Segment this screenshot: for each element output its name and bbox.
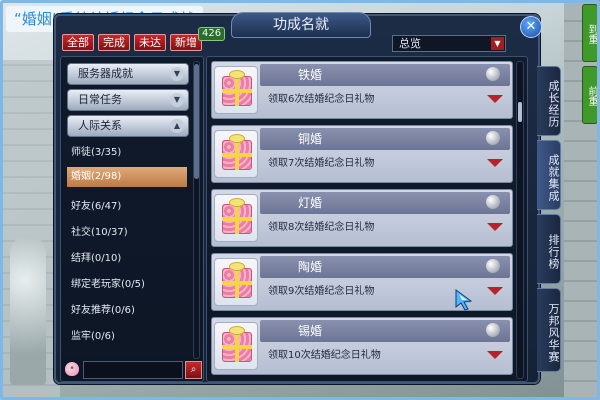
- category-sidebar: 服务器成就 ▼ 日常任务 ▼ 人际关系 ▲ 师徒(3/35) 婚姻(2/98) …: [60, 56, 204, 382]
- edge-button-1[interactable]: 到重: [582, 4, 598, 62]
- filter-unachieved-button[interactable]: 未达: [134, 34, 166, 51]
- achievement-description: 领取8次结婚纪念日礼物: [268, 222, 375, 233]
- achievement-card[interactable]: 灯婚 领取8次结婚纪念日礼物: [211, 189, 513, 247]
- category-label: 人际关系: [78, 119, 122, 132]
- category-relationships[interactable]: 人际关系 ▲: [67, 115, 189, 137]
- expand-arrow-icon[interactable]: [487, 159, 503, 167]
- gift-box-icon: [214, 194, 258, 242]
- category-daily-tasks[interactable]: 日常任务 ▼: [67, 89, 189, 111]
- close-button[interactable]: ✕: [520, 16, 542, 38]
- nav-item-prison[interactable]: 监牢(0/6): [67, 327, 187, 347]
- sidebar-scrollbar[interactable]: [193, 61, 200, 359]
- list-scrollbar[interactable]: [516, 61, 524, 379]
- background-stone-post: [10, 235, 46, 385]
- gift-box-icon: [214, 258, 258, 306]
- nav-item-marriage[interactable]: 婚姻(2/98): [67, 167, 187, 187]
- achievement-name: 铁婚: [260, 64, 510, 86]
- expand-arrow-icon[interactable]: [487, 287, 503, 295]
- scrollbar-thumb[interactable]: [194, 64, 199, 179]
- chevron-down-icon: ▼: [491, 37, 504, 50]
- dropdown-value: 总览: [399, 37, 421, 50]
- scrollbar-thumb[interactable]: [518, 102, 522, 122]
- tab-leaderboard[interactable]: 排行榜: [537, 214, 561, 284]
- expand-arrow-icon[interactable]: [487, 95, 503, 103]
- achievement-name: 陶婚: [260, 256, 510, 278]
- category-label: 日常任务: [78, 93, 122, 106]
- search-row: • ⌕: [65, 361, 202, 379]
- chevron-down-icon: ▼: [170, 67, 184, 81]
- expand-arrow-icon[interactable]: [487, 351, 503, 359]
- achievement-description: 领取9次结婚纪念日礼物: [268, 286, 375, 297]
- tab-achievement-collection[interactable]: 成就集成: [537, 140, 561, 210]
- achievement-description: 领取6次结婚纪念日礼物: [268, 94, 375, 105]
- achievement-window: 功成名就 ✕ 全部 完成 未达 新增 426 总览 ▼ 服务器成就 ▼ 日常任务…: [54, 12, 561, 384]
- window-title: 功成名就: [231, 12, 371, 38]
- new-count-badge: 426: [198, 27, 226, 41]
- achievement-card[interactable]: 铜婚 领取7次结婚纪念日礼物: [211, 125, 513, 183]
- nav-item-sworn-brothers[interactable]: 结拜(0/10): [67, 249, 187, 269]
- search-icon[interactable]: ⌕: [185, 361, 202, 379]
- pearl-icon: [486, 67, 500, 81]
- overview-dropdown[interactable]: 总览 ▼: [392, 35, 506, 52]
- category-server-achievements[interactable]: 服务器成就 ▼: [67, 63, 189, 85]
- achievement-list: 铁婚 领取6次结婚纪念日礼物 铜婚 领取7次结婚纪念日礼物 灯婚 领取8次结婚纪…: [206, 56, 528, 382]
- achievement-description: 领取10次结婚纪念日礼物: [268, 350, 381, 361]
- nav-item-veteran-binding[interactable]: 绑定老玩家(0/5): [67, 275, 187, 295]
- nav-item-social[interactable]: 社交(10/37): [67, 223, 187, 243]
- pointer-cursor-icon: [455, 289, 473, 311]
- gift-box-icon: [214, 322, 258, 370]
- achievement-name: 铜婚: [260, 128, 510, 150]
- pearl-icon: [486, 323, 500, 337]
- pearl-icon: [486, 195, 500, 209]
- achievement-name: 锡婚: [260, 320, 510, 342]
- tab-growth-history[interactable]: 成长经历: [537, 66, 561, 136]
- gift-box-icon: [214, 66, 258, 114]
- achievement-name: 灯婚: [260, 192, 510, 214]
- pearl-icon: [486, 131, 500, 145]
- achievement-description: 领取7次结婚纪念日礼物: [268, 158, 375, 169]
- achievement-card[interactable]: 铁婚 领取6次结婚纪念日礼物: [211, 61, 513, 119]
- expand-arrow-icon[interactable]: [487, 223, 503, 231]
- tab-wanbang-contest[interactable]: 万邦风华赛: [537, 288, 561, 372]
- nav-item-friends[interactable]: 好友(6/47): [67, 197, 187, 217]
- achievement-card[interactable]: 锡婚 领取10次结婚纪念日礼物: [211, 317, 513, 375]
- nav-item-mentorship[interactable]: 师徒(3/35): [67, 143, 187, 163]
- filter-all-button[interactable]: 全部: [62, 34, 94, 51]
- nav-item-friend-recommend[interactable]: 好友推荐(0/6): [67, 301, 187, 321]
- gift-box-icon: [214, 130, 258, 178]
- search-input[interactable]: [83, 361, 183, 379]
- chevron-down-icon: ▼: [170, 93, 184, 107]
- filter-completed-button[interactable]: 完成: [98, 34, 130, 51]
- pearl-icon: [486, 259, 500, 273]
- peach-icon: •: [65, 362, 79, 376]
- chevron-up-icon: ▲: [170, 119, 184, 133]
- edge-button-2[interactable]: 前重: [582, 66, 598, 124]
- category-label: 服务器成就: [78, 67, 133, 80]
